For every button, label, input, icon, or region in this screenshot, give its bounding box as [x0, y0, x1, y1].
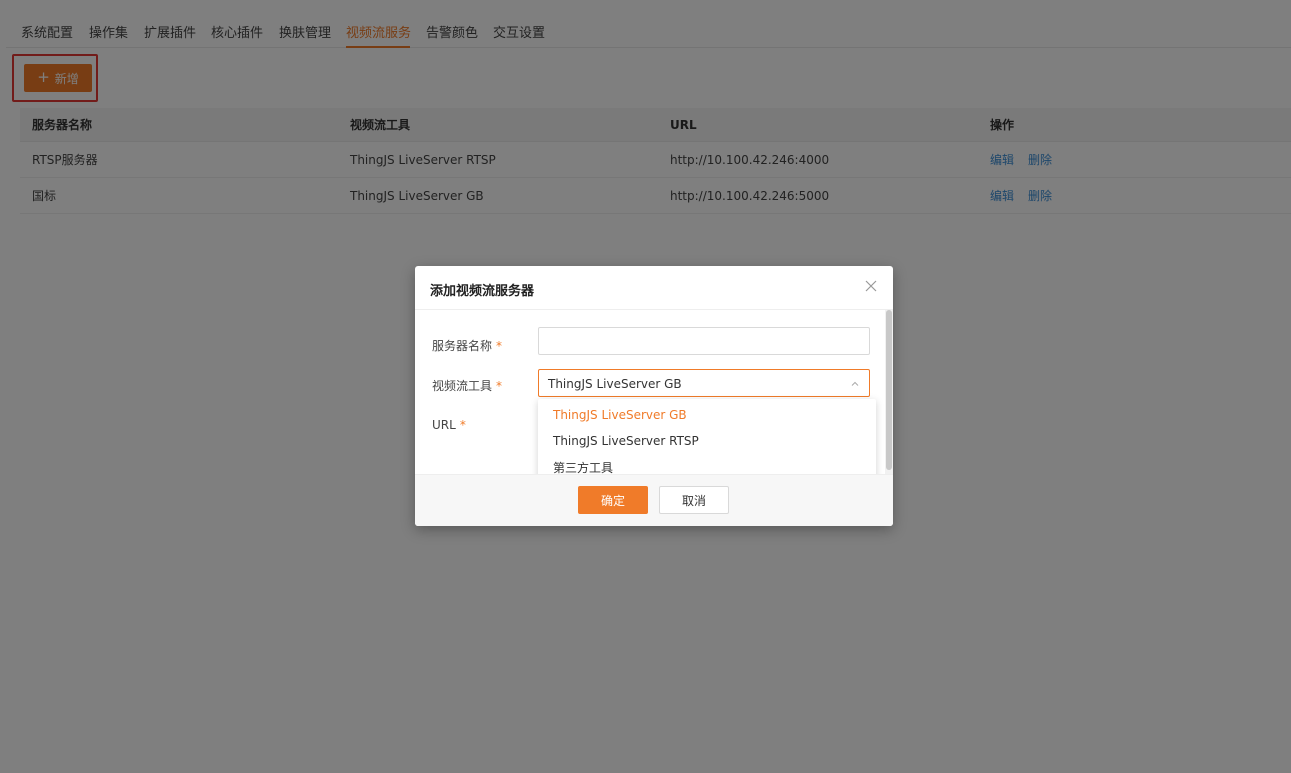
add-server-dialog: 添加视频流服务器 服务器名称 * 视频流工具 * ThingJS LiveServe… — [415, 266, 893, 526]
dropdown-option-liveserver-gb[interactable]: ThingJS LiveServer GB — [538, 402, 876, 428]
stream-tool-select[interactable]: ThingJS LiveServer GB — [538, 369, 870, 397]
server-name-label: 服务器名称 * — [432, 339, 503, 353]
dialog-scrollbar[interactable] — [885, 310, 893, 474]
close-icon[interactable] — [861, 276, 881, 296]
stream-tool-dropdown: ThingJS LiveServer GB ThingJS LiveServer… — [538, 399, 876, 474]
dialog-footer: 确定 取消 — [415, 474, 893, 526]
dropdown-option-third-party[interactable]: 第三方工具 — [538, 454, 876, 475]
required-mark: * — [496, 379, 503, 393]
stream-tool-label: 视频流工具 * — [432, 379, 503, 393]
confirm-button[interactable]: 确定 — [578, 486, 648, 514]
scrollbar-thumb[interactable] — [886, 310, 892, 470]
server-name-input[interactable] — [538, 327, 870, 355]
chevron-up-icon — [851, 381, 859, 386]
required-mark: * — [459, 418, 466, 432]
cancel-button[interactable]: 取消 — [659, 486, 729, 514]
dialog-body: 服务器名称 * 视频流工具 * ThingJS LiveServer GB URL *… — [415, 310, 885, 474]
dropdown-option-liveserver-rtsp[interactable]: ThingJS LiveServer RTSP — [538, 428, 876, 454]
required-mark: * — [496, 339, 503, 353]
stream-tool-selected-value: ThingJS LiveServer GB — [548, 377, 682, 391]
dialog-title: 添加视频流服务器 — [430, 284, 535, 299]
dialog-header: 添加视频流服务器 — [415, 266, 893, 310]
url-label: URL * — [432, 418, 466, 432]
